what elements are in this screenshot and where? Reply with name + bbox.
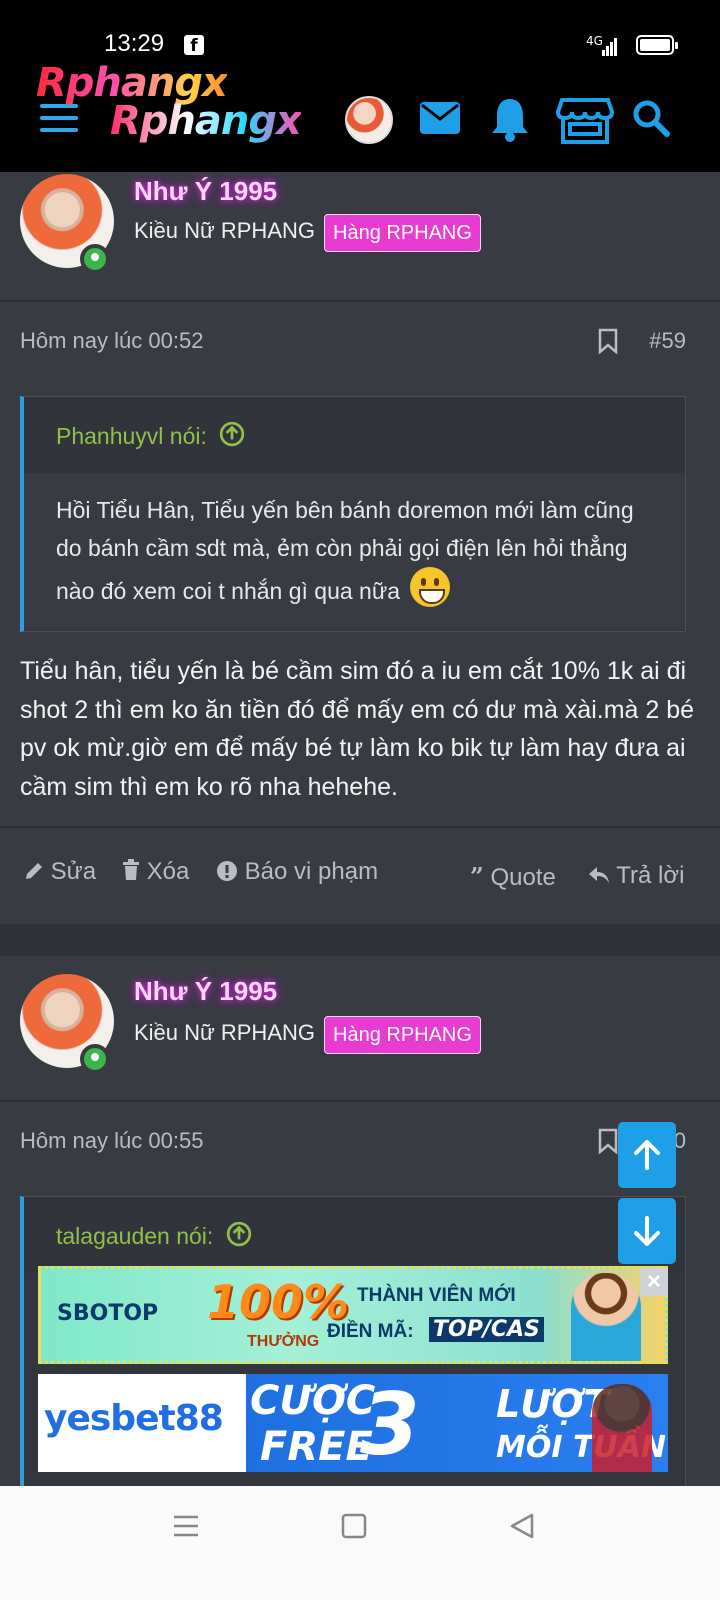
ad-code: TOP/CAS <box>429 1317 544 1342</box>
back-icon[interactable] <box>508 1512 536 1540</box>
pencil-icon <box>26 863 42 879</box>
scroll-bottom-button[interactable] <box>618 1198 676 1264</box>
quote-label: Quote <box>490 864 556 891</box>
ad-number: 3 <box>360 1375 420 1472</box>
quote-button[interactable]: ” Quote <box>470 862 556 892</box>
ad-free-label: FREE <box>260 1424 373 1470</box>
status-time: 13:29 <box>104 30 165 57</box>
signal-icon <box>602 38 618 56</box>
post-date[interactable]: Hôm nay lúc 00:52 <box>20 328 203 354</box>
post-body: Tiểu hân, tiểu yến là bé cầm sim đó a iu… <box>20 657 695 801</box>
post-user-bar: Như Ý 1995 Kiều Nữ RPHANG Hàng RPHANG <box>0 956 720 1102</box>
account-avatar[interactable] <box>345 96 393 144</box>
reply-label: Trả lời <box>616 862 685 889</box>
user-title: Kiều Nữ RPHANG <box>134 1020 315 1045</box>
username[interactable]: Như Ý 1995 <box>134 176 277 207</box>
mail-icon[interactable] <box>418 96 462 140</box>
online-status-icon <box>80 1044 110 1074</box>
quote-marks-icon: ” <box>470 862 484 891</box>
ad-line1: THÀNH VIÊN MỚI <box>357 1285 516 1306</box>
top-bar: 13:29 f 4G Rphangx Rphangx <box>0 0 720 172</box>
home-icon[interactable] <box>340 1512 368 1540</box>
facebook-notification-icon: f <box>184 35 204 56</box>
arrow-down-icon <box>634 1216 660 1246</box>
quote-header[interactable]: talagauden nói: <box>24 1197 685 1273</box>
battery-icon <box>636 35 678 55</box>
delete-button[interactable]: Xóa <box>122 858 189 886</box>
system-nav-bar <box>0 1486 720 1600</box>
post-meta: Hôm nay lúc 00:52 #59 <box>0 306 720 370</box>
ad-brand: yesbet88 <box>44 1398 224 1439</box>
ad-model-image <box>571 1273 641 1361</box>
quote-author[interactable]: Phanhuyvl nói: <box>56 423 207 449</box>
quote-text-content: Hồi Tiểu Hân, Tiểu yến bên bánh doremon … <box>56 497 634 604</box>
bookmark-icon[interactable] <box>598 328 618 354</box>
edit-label: Sửa <box>50 858 97 885</box>
yesbet88-ad-banner[interactable]: yesbet88 CƯỢC FREE 3 LƯỢT MỖI TUẦN <box>38 1374 668 1472</box>
delete-label: Xóa <box>146 858 190 885</box>
user-title: Kiều Nữ RPHANG <box>134 218 315 243</box>
ad-bonus-label: THƯỞNG <box>247 1333 320 1350</box>
recent-apps-icon[interactable] <box>172 1512 200 1540</box>
close-ad-icon[interactable]: × <box>640 1268 668 1296</box>
quote-text: Hồi Tiểu Hân, Tiểu yến bên bánh doremon … <box>24 473 685 630</box>
post-actions: Sửa Xóa Báo vi phạm ” Quote Trả lời <box>0 826 720 922</box>
post-59: Như Ý 1995 Kiều Nữ RPHANG Hàng RPHANG Hô… <box>0 172 720 924</box>
ad-line2: ĐIỀN MÃ: <box>327 1321 414 1342</box>
post-meta: Hôm nay lúc 00:55 0 <box>0 1106 720 1170</box>
ad-bet-label: CƯỢC <box>250 1378 376 1424</box>
quote-header[interactable]: Phanhuyvl nói: <box>24 397 685 473</box>
scroll-top-button[interactable] <box>618 1122 676 1188</box>
user-badge: Hàng RPHANG <box>324 1016 481 1054</box>
trash-icon <box>123 859 139 880</box>
search-icon[interactable] <box>632 96 672 140</box>
quote-block: Phanhuyvl nói: Hồi Tiểu Hân, Tiểu yến bê… <box>20 396 686 632</box>
grinning-emoji-icon <box>410 567 451 607</box>
ad-brand: SBOTOP <box>57 1301 159 1326</box>
post-user-bar: Như Ý 1995 Kiều Nữ RPHANG Hàng RPHANG <box>0 172 720 302</box>
jump-to-quote-icon[interactable] <box>226 1221 252 1247</box>
reply-arrow-icon <box>589 867 609 883</box>
online-status-icon <box>80 244 110 274</box>
report-button[interactable]: Báo vi phạm <box>216 858 378 886</box>
sbotop-ad-banner[interactable]: SBOTOP 100% THƯỞNG THÀNH VIÊN MỚI ĐIỀN M… <box>38 1266 668 1364</box>
report-label: Báo vi phạm <box>244 858 379 885</box>
bookmark-icon[interactable] <box>598 1128 618 1154</box>
edit-button[interactable]: Sửa <box>24 858 96 886</box>
hamburger-menu-icon[interactable] <box>40 104 78 134</box>
reply-button[interactable]: Trả lời <box>588 862 684 890</box>
user-badge: Hàng RPHANG <box>324 214 481 252</box>
username[interactable]: Như Ý 1995 <box>134 976 277 1007</box>
network-type: 4G <box>586 34 603 48</box>
bell-icon[interactable] <box>490 96 530 142</box>
quote-author[interactable]: talagauden nói: <box>56 1223 213 1249</box>
arrow-up-icon <box>634 1140 660 1170</box>
site-logo-line2[interactable]: Rphangx <box>110 98 302 144</box>
store-icon[interactable] <box>556 96 614 146</box>
post-date[interactable]: Hôm nay lúc 00:55 <box>20 1128 203 1154</box>
ad-player-image <box>592 1384 652 1472</box>
jump-to-quote-icon[interactable] <box>219 421 245 447</box>
post-number[interactable]: #59 <box>649 328 686 354</box>
alert-icon <box>217 861 237 881</box>
